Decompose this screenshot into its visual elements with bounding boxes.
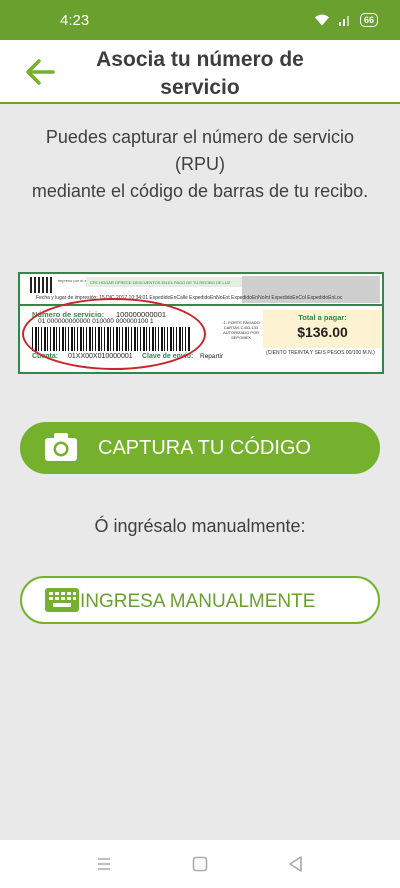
back-icon[interactable]: [286, 854, 306, 874]
capture-button-label: CAPTURA TU CÓDIGO: [98, 437, 311, 459]
porte-pagado: -1- PORTE PAGADO CARTAS C403-133 AUTORIZ…: [222, 320, 260, 340]
total-label: Total a pagar:: [298, 313, 347, 322]
capture-code-button[interactable]: CAPTURA TU CÓDIGO: [20, 422, 380, 474]
instruction-line-2: mediante el código de barras de tu recib…: [31, 181, 369, 201]
status-icons: 66: [314, 13, 378, 27]
keyboard-icon: [45, 588, 79, 612]
wifi-icon: [314, 14, 329, 26]
camera-icon: [45, 433, 77, 461]
total-words: (CIENTO TREINTA Y SEIS PESOS 00/100 M.N.…: [266, 350, 375, 356]
receipt-banner: CFE HOGAR OFRECE DESCUENTOS EN EL PAGO D…: [86, 277, 242, 287]
clave-value: Repartir: [200, 353, 224, 360]
qr-code-icon: [30, 277, 54, 293]
instruction-text: Puedes capturar el número de servicio (R…: [20, 124, 380, 205]
status-time: 4:23: [60, 11, 90, 29]
battery-icon: 66: [359, 13, 378, 27]
back-button[interactable]: [22, 54, 58, 90]
arrow-left-icon: [26, 59, 55, 85]
status-bar: 4:23 66: [0, 0, 400, 40]
header: Asocia tu número de servicio: [0, 40, 400, 104]
highlight-ellipse: [22, 298, 206, 370]
manual-button-label: INGRESA MANUALMENTE: [80, 591, 316, 612]
manual-entry-button[interactable]: INGRESA MANUALMENTE: [20, 576, 380, 624]
total-box: Total a pagar: $136.00: [263, 310, 382, 348]
page-title: Asocia tu número de servicio: [96, 48, 304, 99]
instruction-line-1: Puedes capturar el número de servicio (R…: [45, 127, 355, 174]
total-amount: $136.00: [297, 324, 348, 340]
receipt-image: impreso por el sitio web CFE HOGAR OFREC…: [18, 272, 384, 374]
home-icon[interactable]: [190, 854, 210, 874]
manual-entry-text: Ó ingrésalo manualmente:: [94, 516, 306, 536]
menu-icon[interactable]: [94, 854, 114, 874]
signal-icon: [338, 16, 349, 26]
system-nav-bar: [0, 840, 400, 888]
